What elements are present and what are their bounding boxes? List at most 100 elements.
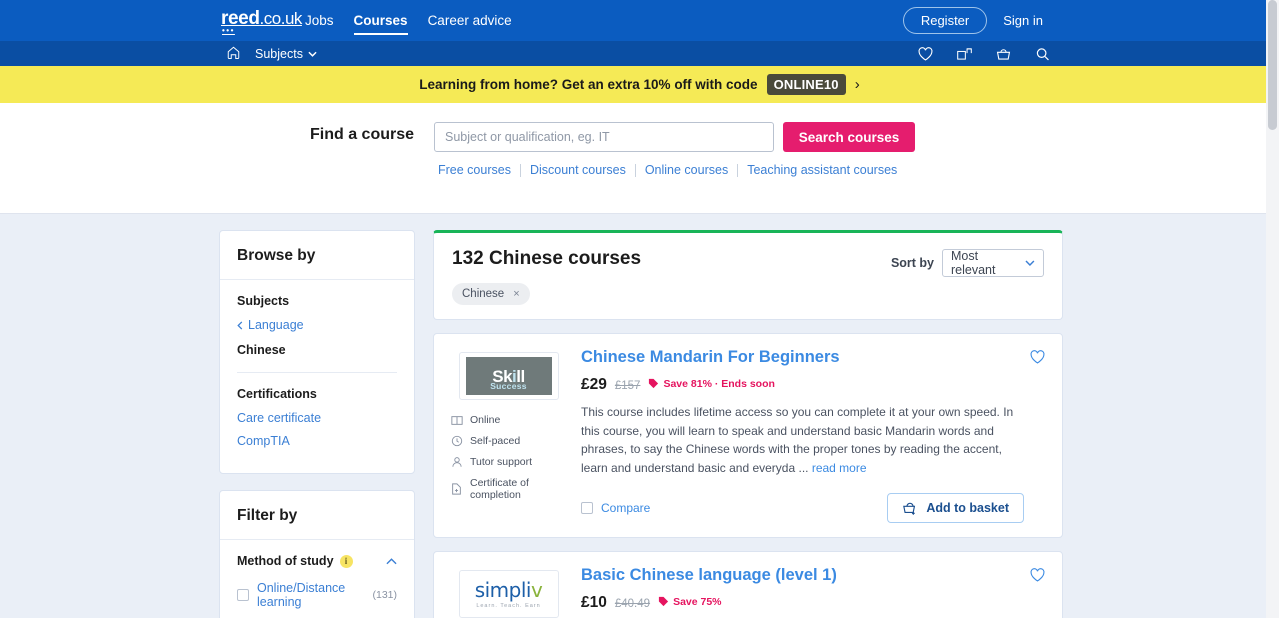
clock-icon xyxy=(450,435,463,447)
account-actions: Register Sign in xyxy=(902,0,1043,41)
chevron-down-icon xyxy=(1025,260,1035,266)
course-search-panel: Find a course Search courses Free course… xyxy=(0,103,1279,214)
sidebar-item-comptia[interactable]: CompTIA xyxy=(237,434,397,448)
search-input[interactable] xyxy=(434,122,774,152)
certificate-icon xyxy=(450,483,463,495)
course-meta-label: Certificate of completion xyxy=(470,477,529,501)
find-a-course-label: Find a course xyxy=(310,126,415,143)
course-meta-item: Certificate of completion xyxy=(450,477,567,501)
filter-chip-chinese[interactable]: Chinese × xyxy=(452,283,530,305)
quick-link-discount-courses[interactable]: Discount courses xyxy=(521,163,635,177)
course-title-link[interactable]: Basic Chinese language (level 1) xyxy=(581,566,837,585)
course-title-link[interactable]: Chinese Mandarin For Beginners xyxy=(581,348,840,367)
main-content: Browse by Subjects Language Chinese Cert… xyxy=(0,214,1279,618)
quick-link-free-courses[interactable]: Free courses xyxy=(434,163,520,177)
course-meta-label: Online xyxy=(470,414,501,426)
search-courses-button[interactable]: Search courses xyxy=(783,122,915,152)
browse-by-panel: Browse by Subjects Language Chinese Cert… xyxy=(219,230,415,474)
compare-checkbox-row[interactable]: Compare xyxy=(581,501,650,515)
compare-icon[interactable] xyxy=(956,46,973,62)
quick-links: Free courses Discount courses Online cou… xyxy=(434,163,906,177)
course-details: Basic Chinese language (level 1) £10 £40… xyxy=(581,566,1046,618)
course-original-price: £157 xyxy=(614,380,641,392)
course-price: £29 xyxy=(581,376,607,393)
promo-banner[interactable]: Learning from home? Get an extra 10% off… xyxy=(0,66,1279,103)
compare-label: Compare xyxy=(601,501,651,516)
basket-plus-icon xyxy=(903,502,916,515)
register-button[interactable]: Register xyxy=(902,7,988,34)
chevron-right-icon: › xyxy=(854,76,860,93)
quick-link-online-courses[interactable]: Online courses xyxy=(636,163,737,177)
filter-option-label: Online/Distance learning xyxy=(257,581,346,609)
results-column: 132 Chinese courses Sort by Most relevan… xyxy=(433,230,1063,618)
course-description: This course includes lifetime access so … xyxy=(581,403,1024,477)
heart-icon[interactable] xyxy=(1029,567,1046,588)
book-icon xyxy=(450,415,463,426)
chevron-up-icon[interactable] xyxy=(386,557,397,565)
sort-by-label: Sort by xyxy=(890,256,934,270)
person-icon xyxy=(450,456,463,468)
filter-option-online-distance-learning[interactable]: Online/Distance learning (131) xyxy=(237,581,397,609)
course-pricing: £10 £40.49 Save 75% xyxy=(581,594,1024,612)
logo-subtext: Learn. Teach. Earn xyxy=(476,602,541,609)
home-icon[interactable] xyxy=(226,45,241,65)
discount-text: Save 75% xyxy=(673,595,722,608)
top-navigation-bar: reed.co.uk ••• Jobs Courses Career advic… xyxy=(0,0,1279,41)
add-to-basket-label: Add to basket xyxy=(926,501,1009,516)
logo-text: simpliv xyxy=(474,577,543,602)
add-to-basket-button[interactable]: Add to basket xyxy=(887,493,1024,524)
info-icon[interactable]: i xyxy=(339,554,353,568)
filter-section-method-of-study[interactable]: Method of study i xyxy=(237,554,397,568)
course-meta-label: Tutor support xyxy=(470,456,533,468)
reed-logo[interactable]: reed.co.uk ••• xyxy=(221,9,302,35)
sidebar-item-care-certificate[interactable]: Care certificate xyxy=(237,411,397,425)
quick-link-teaching-assistant-courses[interactable]: Teaching assistant courses xyxy=(738,163,906,177)
sidebar-back-to-language[interactable]: Language xyxy=(237,318,397,332)
subjects-label: Subjects xyxy=(255,46,303,61)
nav-item-career-advice[interactable]: Career advice xyxy=(428,0,512,41)
search-icon[interactable] xyxy=(1034,46,1051,62)
description-text: This course includes lifetime access so … xyxy=(581,405,1014,475)
page-scrollbar[interactable] xyxy=(1266,0,1279,618)
chevron-left-icon xyxy=(237,320,243,330)
read-more-link[interactable]: read more xyxy=(812,461,867,475)
filter-option-count: (131) xyxy=(372,589,397,601)
course-card[interactable]: simpliv Learn. Teach. Earn Online 2 Hour… xyxy=(433,551,1063,618)
promo-code-badge: ONLINE10 xyxy=(766,74,846,95)
course-actions: Compare Add to basket xyxy=(581,493,1024,524)
chip-label: Chinese xyxy=(462,288,505,300)
scrollbar-thumb[interactable] xyxy=(1268,0,1277,130)
course-pricing: £29 £157 Save 81% · Ends soon xyxy=(581,376,1024,394)
filter-by-panel: Filter by Method of study i Online/Dista… xyxy=(219,490,415,618)
course-price: £10 xyxy=(581,594,607,612)
course-details: Chinese Mandarin For Beginners £29 £157 … xyxy=(581,348,1046,524)
sort-by-select[interactable]: Most relevant xyxy=(942,249,1044,277)
subjects-dropdown[interactable]: Subjects xyxy=(255,41,317,66)
course-meta-column: simpliv Learn. Teach. Earn Online 2 Hour… xyxy=(450,566,581,618)
secondary-navigation-bar: Subjects xyxy=(0,41,1279,66)
simpliv-logo: simpliv Learn. Teach. Earn xyxy=(475,580,543,610)
checkbox[interactable] xyxy=(237,589,249,601)
sidebar: Browse by Subjects Language Chinese Cert… xyxy=(219,230,415,618)
discount-badge: Save 81% · Ends soon xyxy=(648,378,775,390)
checkbox[interactable] xyxy=(581,502,593,515)
subjects-heading: Subjects xyxy=(237,294,290,308)
course-meta-item: Self-paced xyxy=(450,435,567,447)
nav-item-jobs[interactable]: Jobs xyxy=(305,0,334,41)
heart-icon[interactable] xyxy=(1029,349,1046,370)
course-card[interactable]: Skill Success Online Self-paced Tutor su… xyxy=(433,333,1063,539)
discount-badge: Save 75% xyxy=(658,595,722,608)
sidebar-current-subject: Chinese xyxy=(237,343,286,357)
course-original-price: £40.49 xyxy=(614,598,651,611)
close-icon[interactable]: × xyxy=(513,288,519,300)
provider-logo: Skill Success xyxy=(458,352,559,400)
main-nav: Jobs Courses Career advice xyxy=(305,0,512,41)
sidebar-back-label: Language xyxy=(248,318,304,332)
signin-link[interactable]: Sign in xyxy=(1003,13,1043,28)
skill-success-logo: Skill Success xyxy=(465,357,552,395)
filter-by-title: Filter by xyxy=(220,491,414,540)
nav-item-courses[interactable]: Courses xyxy=(353,0,408,41)
basket-icon[interactable] xyxy=(995,46,1012,62)
chevron-down-icon xyxy=(308,51,317,57)
heart-icon[interactable] xyxy=(917,46,934,62)
